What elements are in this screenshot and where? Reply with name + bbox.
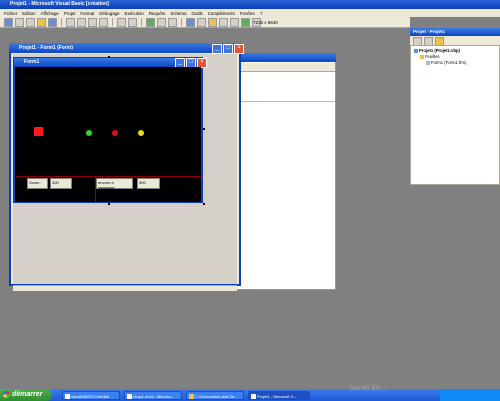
- form1-title: Form1: [24, 59, 40, 65]
- main-title-bar: Projet1 - Microsoft Visual Basic [créati…: [0, 0, 500, 9]
- yellow-ball-shape[interactable]: [138, 130, 144, 136]
- tree-item-label: Projet1 (Projet1.vbp): [419, 48, 460, 53]
- add-project-icon[interactable]: [4, 17, 13, 27]
- resize-handle[interactable]: [203, 128, 205, 130]
- taskbar-item-label: Projet1 - Microsoft V...: [257, 394, 297, 399]
- maximize-icon[interactable]: □: [223, 44, 233, 54]
- minimize-icon[interactable]: _: [212, 44, 222, 54]
- project-explorer-icon[interactable]: [186, 17, 195, 27]
- pause-icon[interactable]: [157, 17, 166, 27]
- resize-handle[interactable]: [203, 203, 205, 205]
- taskbar-item-messenger[interactable]: sam@Dlt270 Defekte: [62, 391, 120, 400]
- menu-item-schema[interactable]: Schéma: [170, 11, 186, 16]
- menu-item-edition[interactable]: Edition: [22, 11, 35, 16]
- remaining-value[interactable]: 300: [137, 178, 160, 189]
- taskbar-item-word[interactable]: chap1.docx - Microso...: [124, 391, 182, 400]
- close-icon[interactable]: ×: [234, 44, 244, 54]
- taskbar-item-explorer[interactable]: C:\Documents and Se...: [186, 391, 244, 400]
- menu-item-projet[interactable]: Projet: [64, 11, 75, 16]
- object-browser-icon[interactable]: [219, 17, 228, 27]
- project-explorer-toolbar: [410, 36, 500, 46]
- copy-icon[interactable]: [77, 17, 86, 27]
- taskbar-item-label: chap1.docx - Microso...: [133, 394, 175, 399]
- score-area-line: [15, 176, 201, 177]
- code-separator: [237, 101, 335, 102]
- red-ball-shape[interactable]: [112, 130, 118, 136]
- redo-icon[interactable]: [128, 17, 137, 27]
- taskbar-item-vb[interactable]: Projet1 - Microsoft V...: [248, 391, 310, 400]
- find-icon[interactable]: [99, 17, 108, 27]
- designer-window-buttons: _ □ ×: [212, 44, 244, 54]
- designer-title: Projet1 - Form1 (Form): [19, 45, 73, 51]
- tree-item-form[interactable]: Form1 (Form1.frm): [426, 60, 466, 66]
- undo-icon[interactable]: [117, 17, 126, 27]
- paste-icon[interactable]: [88, 17, 97, 27]
- cut-icon[interactable]: [66, 17, 75, 27]
- menu-item-format[interactable]: Format: [80, 11, 94, 16]
- folder-icon: [420, 54, 424, 59]
- menu-editor-icon[interactable]: [26, 17, 35, 27]
- toolbar-separator: [112, 18, 113, 26]
- menu-item-outils[interactable]: Outils: [192, 11, 203, 16]
- taskbar-item-label: C:\Documents and Se...: [195, 394, 238, 399]
- toolbar-separator: [61, 18, 62, 26]
- watermark-text: Sarah Etr...: [350, 385, 387, 392]
- start-icon[interactable]: [146, 17, 155, 27]
- menu-item-help[interactable]: ?: [260, 11, 262, 16]
- word-icon: [127, 394, 132, 399]
- menu-item-debogage[interactable]: Débogage: [99, 11, 119, 16]
- code-window-title-bar[interactable]: [236, 53, 336, 62]
- vb-icon: [251, 394, 256, 399]
- tree-item-label: Form1 (Form1.frm): [431, 60, 467, 65]
- resize-handle[interactable]: [108, 56, 110, 58]
- menu-item-requete[interactable]: Requête: [149, 11, 166, 16]
- toolbar-separator: [181, 18, 182, 26]
- project-tree: Projet1 (Projet1.vbp) Feuilles Form1 (Fo…: [410, 45, 500, 185]
- add-form-icon[interactable]: [15, 17, 24, 27]
- green-ball-shape[interactable]: [86, 130, 92, 136]
- open-project-icon[interactable]: [37, 17, 46, 27]
- form-icon: [426, 60, 430, 65]
- code-window-combo-bar[interactable]: [237, 63, 335, 72]
- designer-horizontal-scrollbar[interactable]: [13, 285, 237, 291]
- data-view-icon[interactable]: [241, 17, 250, 27]
- project-icon: [414, 48, 418, 53]
- code-editor[interactable]: [237, 73, 335, 289]
- windows-logo-icon: [3, 391, 10, 398]
- save-project-icon[interactable]: [48, 17, 57, 27]
- score-label[interactable]: Score :: [27, 178, 48, 189]
- form-layout-icon[interactable]: [208, 17, 217, 27]
- project-explorer-title[interactable]: Projet - Projet1: [410, 28, 500, 36]
- main-title: Projet1 - Microsoft Visual Basic [créati…: [10, 1, 109, 7]
- stop-icon[interactable]: [168, 17, 177, 27]
- properties-window-icon[interactable]: [197, 17, 206, 27]
- toolbar-separator: [141, 18, 142, 26]
- toolbox-icon[interactable]: [230, 17, 239, 27]
- menu-item-complements[interactable]: Compléments: [208, 11, 235, 16]
- size-readout: 7215 x 5640: [253, 20, 278, 25]
- menu-item-execution[interactable]: Exécution: [125, 11, 144, 16]
- standard-toolbar: [0, 17, 410, 28]
- menu-bar: Fichier Edition Affichage Projet Format …: [0, 9, 500, 17]
- menu-item-fenetre[interactable]: Fenêtre: [240, 11, 255, 16]
- folder-icon: [189, 394, 194, 399]
- designer-title-bar[interactable]: Projet1 - Form1 (Form): [9, 43, 241, 53]
- form1-title-bar[interactable]: Form1: [14, 58, 202, 67]
- score-value[interactable]: 300: [50, 178, 72, 189]
- tree-item-label: Feuilles: [425, 54, 440, 59]
- red-square-shape[interactable]: [34, 127, 43, 136]
- menu-item-fichier[interactable]: Fichier: [4, 11, 17, 16]
- menu-item-affichage[interactable]: Affichage: [41, 11, 59, 16]
- remaining-label[interactable]: encore à ramasser: [96, 178, 133, 190]
- resize-handle[interactable]: [108, 203, 110, 205]
- messenger-icon: [65, 394, 70, 399]
- taskbar-item-label: sam@Dlt270 Defekte: [71, 394, 110, 399]
